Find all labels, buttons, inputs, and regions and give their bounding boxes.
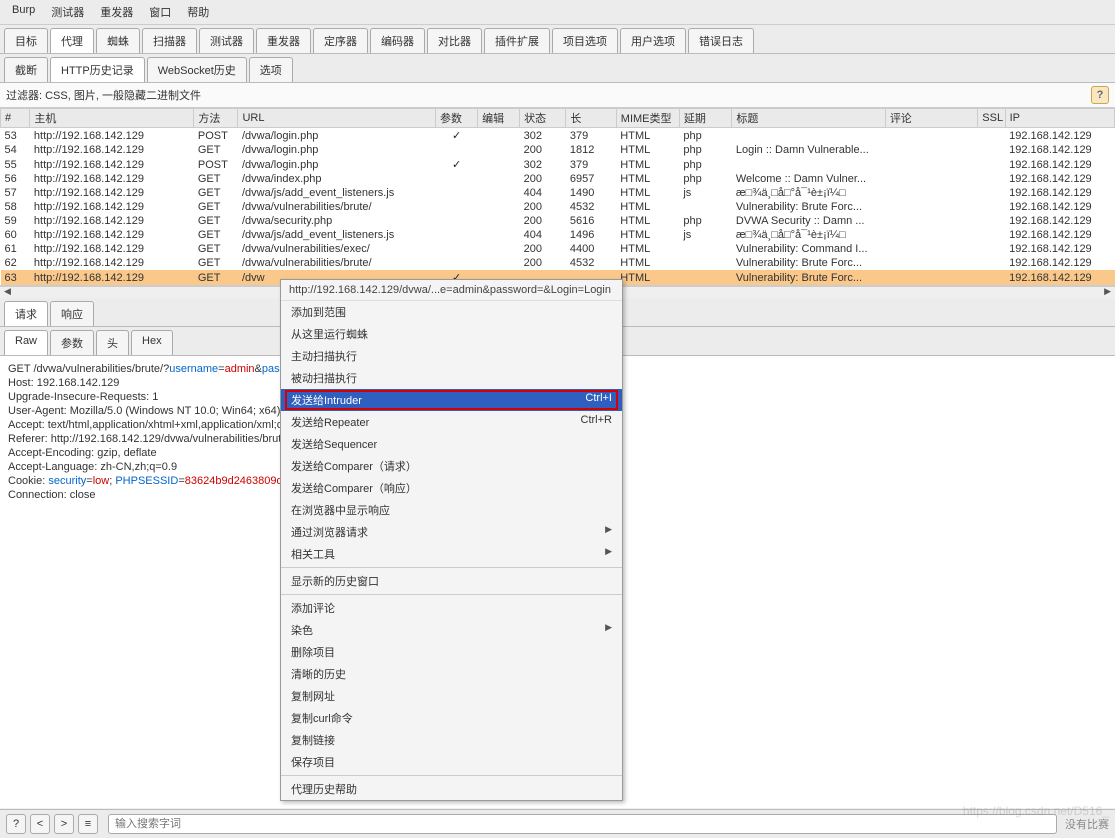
context-menu-item[interactable]: 发送给IntruderCtrl+I — [281, 389, 622, 411]
main-tabs: 目标代理蜘蛛扫描器测试器重发器定序器编码器对比器插件扩展项目选项用户选项错误日志 — [0, 25, 1115, 54]
column-header[interactable]: 长 — [566, 109, 616, 128]
context-menu-item[interactable]: 显示新的历史窗口 — [281, 570, 622, 592]
context-menu-item[interactable]: 清晰的历史 — [281, 663, 622, 685]
tab-选项[interactable]: 选项 — [249, 57, 293, 82]
header-cookie: Cookie: — [8, 475, 48, 487]
match-count: 没有比赛 — [1065, 816, 1109, 832]
tab-编码器[interactable]: 编码器 — [370, 28, 425, 53]
tab-HTTP历史记录[interactable]: HTTP历史记录 — [50, 57, 145, 82]
table-row[interactable]: 60http://192.168.142.129GET/dvwa/js/add_… — [1, 228, 1115, 242]
column-header[interactable]: # — [1, 109, 30, 128]
tab-扫描器[interactable]: 扫描器 — [142, 28, 197, 53]
request-line: GET /dvwa/vulnerabilities/brute/? — [8, 363, 169, 375]
footer-help-button[interactable]: ? — [6, 814, 26, 834]
context-menu-item[interactable]: 发送给Comparer（响应） — [281, 477, 622, 499]
menu-item[interactable]: 重发器 — [92, 2, 141, 22]
tab-目标[interactable]: 目标 — [4, 28, 48, 53]
column-header[interactable]: 延期 — [679, 109, 732, 128]
context-menu-item[interactable]: 通过浏览器请求 — [281, 521, 622, 543]
table-row[interactable]: 56http://192.168.142.129GET/dvwa/index.p… — [1, 172, 1115, 186]
tab-重发器[interactable]: 重发器 — [256, 28, 311, 53]
context-menu-item[interactable]: 主动扫描执行 — [281, 345, 622, 367]
tab-插件扩展[interactable]: 插件扩展 — [484, 28, 550, 53]
column-header[interactable]: MIME类型 — [616, 109, 679, 128]
context-menu-item[interactable]: 添加到范围 — [281, 301, 622, 323]
context-menu-item[interactable]: 从这里运行蜘蛛 — [281, 323, 622, 345]
column-header[interactable]: 方法 — [194, 109, 238, 128]
tab-对比器[interactable]: 对比器 — [427, 28, 482, 53]
table-row[interactable]: 62http://192.168.142.129GET/dvwa/vulnera… — [1, 256, 1115, 270]
context-menu-item[interactable]: 复制网址 — [281, 685, 622, 707]
tab-参数[interactable]: 参数 — [50, 330, 94, 355]
menu-item[interactable]: Burp — [4, 2, 43, 22]
menu-item[interactable]: 测试器 — [43, 2, 92, 22]
tab-项目选项[interactable]: 项目选项 — [552, 28, 618, 53]
context-menu-item[interactable]: 删除项目 — [281, 641, 622, 663]
column-header[interactable]: 主机 — [30, 109, 194, 128]
tab-Hex[interactable]: Hex — [131, 330, 173, 355]
history-table: #主机方法URL参数编辑状态长MIME类型延期标题评论SSLIP 53http:… — [0, 108, 1115, 286]
tab-请求[interactable]: 请求 — [4, 301, 48, 326]
column-header[interactable]: 评论 — [885, 109, 977, 128]
footer-forward-button[interactable]: > — [54, 814, 74, 834]
tab-定序器[interactable]: 定序器 — [313, 28, 368, 53]
column-header[interactable]: IP — [1005, 109, 1114, 128]
context-menu-item[interactable]: 相关工具 — [281, 543, 622, 565]
tab-WebSocket历史[interactable]: WebSocket历史 — [147, 57, 247, 82]
filter-label: 过滤器: CSS, 图片, 一般隐藏二进制文件 — [6, 87, 201, 103]
menu-bar: Burp测试器重发器窗口帮助 — [0, 0, 1115, 25]
table-row[interactable]: 57http://192.168.142.129GET/dvwa/js/add_… — [1, 186, 1115, 200]
table-row[interactable]: 59http://192.168.142.129GET/dvwa/securit… — [1, 214, 1115, 228]
column-header[interactable]: SSL — [978, 109, 1005, 128]
context-menu-item[interactable]: 发送给RepeaterCtrl+R — [281, 411, 622, 433]
table-row[interactable]: 58http://192.168.142.129GET/dvwa/vulnera… — [1, 200, 1115, 214]
menu-item[interactable]: 窗口 — [141, 2, 179, 22]
column-header[interactable]: 编辑 — [478, 109, 520, 128]
context-menu-item[interactable]: 复制curl命令 — [281, 707, 622, 729]
tab-响应[interactable]: 响应 — [50, 301, 94, 326]
sub-tabs: 截断HTTP历史记录WebSocket历史选项 — [0, 54, 1115, 83]
column-header[interactable]: URL — [238, 109, 436, 128]
search-footer: ? < > ≡ 没有比赛 — [0, 809, 1115, 838]
tab-Raw[interactable]: Raw — [4, 330, 48, 355]
context-menu-item[interactable]: 在浏览器中显示响应 — [281, 499, 622, 521]
tab-代理[interactable]: 代理 — [50, 28, 94, 53]
filter-bar[interactable]: 过滤器: CSS, 图片, 一般隐藏二进制文件 ? — [0, 83, 1115, 108]
table-row[interactable]: 53http://192.168.142.129POST/dvwa/login.… — [1, 128, 1115, 144]
watermark: https://blog.csdn.net/D516_ — [963, 804, 1109, 818]
tab-错误日志[interactable]: 错误日志 — [688, 28, 754, 53]
context-menu-item[interactable]: 复制链接 — [281, 729, 622, 751]
context-menu-item[interactable]: 发送给Comparer（请求） — [281, 455, 622, 477]
menu-item[interactable]: 帮助 — [179, 2, 217, 22]
context-menu: http://192.168.142.129/dvwa/...e=admin&p… — [280, 279, 623, 801]
tab-用户选项[interactable]: 用户选项 — [620, 28, 686, 53]
table-row[interactable]: 55http://192.168.142.129POST/dvwa/login.… — [1, 157, 1115, 172]
context-menu-item[interactable]: 代理历史帮助 — [281, 778, 622, 800]
context-menu-url: http://192.168.142.129/dvwa/...e=admin&p… — [281, 280, 622, 301]
context-menu-item[interactable]: 被动扫描执行 — [281, 367, 622, 389]
column-header[interactable]: 状态 — [520, 109, 566, 128]
context-menu-item[interactable]: 发送给Sequencer — [281, 433, 622, 455]
tab-测试器[interactable]: 测试器 — [199, 28, 254, 53]
table-row[interactable]: 61http://192.168.142.129GET/dvwa/vulnera… — [1, 242, 1115, 256]
context-menu-item[interactable]: 染色 — [281, 619, 622, 641]
footer-back-button[interactable]: < — [30, 814, 50, 834]
footer-menu-button[interactable]: ≡ — [78, 814, 98, 834]
context-menu-item[interactable]: 保存项目 — [281, 751, 622, 773]
tab-截断[interactable]: 截断 — [4, 57, 48, 82]
table-row[interactable]: 54http://192.168.142.129GET/dvwa/login.p… — [1, 143, 1115, 157]
tab-头[interactable]: 头 — [96, 330, 129, 355]
column-header[interactable]: 标题 — [732, 109, 885, 128]
column-header[interactable]: 参数 — [436, 109, 478, 128]
context-menu-item[interactable]: 添加评论 — [281, 597, 622, 619]
help-icon[interactable]: ? — [1091, 86, 1109, 104]
tab-蜘蛛[interactable]: 蜘蛛 — [96, 28, 140, 53]
search-input[interactable] — [108, 814, 1057, 834]
